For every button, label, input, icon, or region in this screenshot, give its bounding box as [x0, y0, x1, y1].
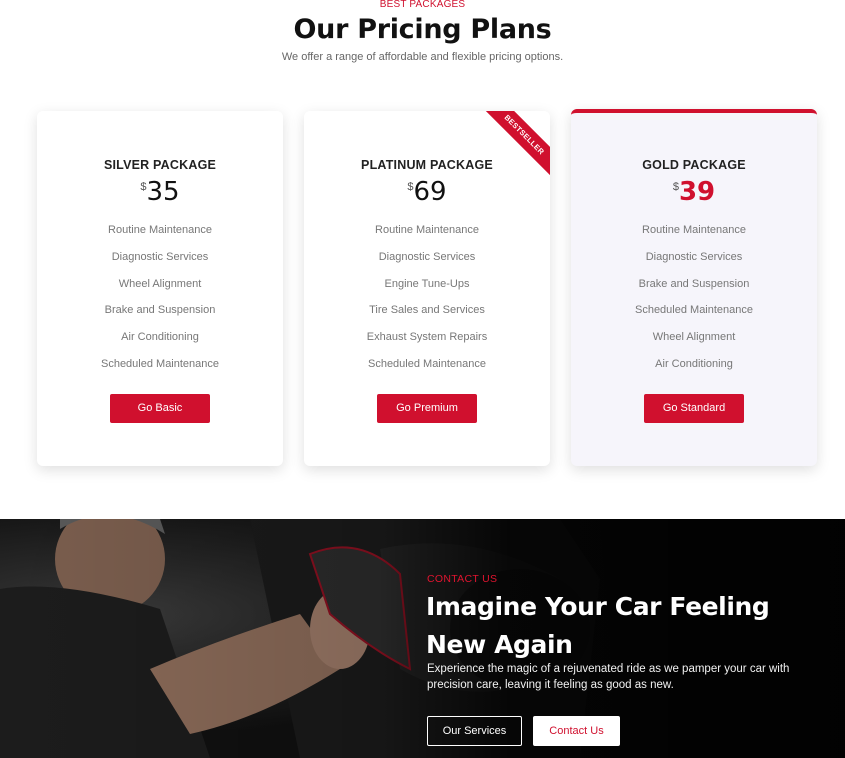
- price-amount: 69: [413, 177, 447, 207]
- feature-item: Scheduled Maintenance: [634, 304, 754, 317]
- pricing-card-silver: SILVER PACKAGE $35 Routine Maintenance D…: [37, 111, 283, 466]
- feature-item: Engine Tune-Ups: [384, 277, 470, 290]
- feature-item: Air Conditioning: [121, 331, 199, 344]
- feature-item: Wheel Alignment: [652, 331, 736, 344]
- feature-item: Scheduled Maintenance: [100, 357, 220, 370]
- package-price: $39: [571, 177, 817, 207]
- feature-item: Brake and Suspension: [104, 304, 216, 317]
- feature-item: Routine Maintenance: [108, 224, 212, 236]
- feature-item: Scheduled Maintenance: [367, 357, 487, 370]
- feature-item: Air Conditioning: [655, 357, 733, 370]
- currency-symbol: $: [140, 181, 147, 193]
- package-price: $69: [304, 177, 550, 207]
- feature-item: Exhaust System Repairs: [366, 331, 488, 344]
- feature-list: Routine Maintenance Diagnostic Services …: [571, 222, 817, 383]
- feature-item: Diagnostic Services: [378, 250, 476, 263]
- price-amount: 35: [146, 177, 180, 207]
- go-standard-button[interactable]: Go Standard: [644, 394, 744, 423]
- price-amount: 39: [678, 177, 716, 207]
- pricing-card-gold: GOLD PACKAGE $39 Routine Maintenance Dia…: [571, 109, 817, 466]
- section-eyebrow: BEST PACKAGES: [379, 0, 466, 10]
- feature-item: Diagnostic Services: [111, 250, 209, 263]
- feature-item: Routine Maintenance: [642, 224, 746, 236]
- go-basic-button[interactable]: Go Basic: [110, 394, 210, 423]
- hero-eyebrow: CONTACT US: [427, 573, 498, 585]
- currency-symbol: $: [407, 181, 414, 193]
- hero-title-line1: Imagine Your Car Feeling: [426, 592, 770, 621]
- feature-item: Routine Maintenance: [375, 224, 479, 236]
- feature-list: Routine Maintenance Diagnostic Services …: [304, 222, 550, 383]
- hero-title-line2: New Again: [426, 630, 573, 659]
- feature-item: Brake and Suspension: [638, 277, 750, 290]
- hero-description: Experience the magic of a rejuvenated ri…: [427, 663, 790, 691]
- package-price: $35: [37, 177, 283, 207]
- section-subtitle: We offer a range of affordable and flexi…: [281, 51, 564, 63]
- contact-hero-banner: CONTACT US Imagine Your Car Feeling New …: [0, 519, 845, 758]
- feature-list: Routine Maintenance Diagnostic Services …: [37, 222, 283, 383]
- feature-item: Tire Sales and Services: [369, 304, 485, 317]
- package-name: SILVER PACKAGE: [103, 158, 217, 172]
- contact-us-button[interactable]: Contact Us: [533, 716, 620, 746]
- pricing-card-platinum: BESTSELLER PLATINUM PACKAGE $69 Routine …: [304, 111, 550, 466]
- currency-symbol: $: [672, 181, 679, 193]
- feature-item: Diagnostic Services: [645, 250, 743, 263]
- go-premium-button[interactable]: Go Premium: [377, 394, 477, 423]
- our-services-button[interactable]: Our Services: [427, 716, 522, 746]
- package-name: PLATINUM PACKAGE: [361, 158, 493, 172]
- hero-content: CONTACT US Imagine Your Car Feeling New …: [426, 519, 826, 758]
- package-name: GOLD PACKAGE: [642, 158, 746, 172]
- feature-item: Wheel Alignment: [118, 277, 202, 290]
- hero-title: Imagine Your Car Feeling New Again: [426, 588, 826, 664]
- section-title: Our Pricing Plans: [293, 14, 552, 45]
